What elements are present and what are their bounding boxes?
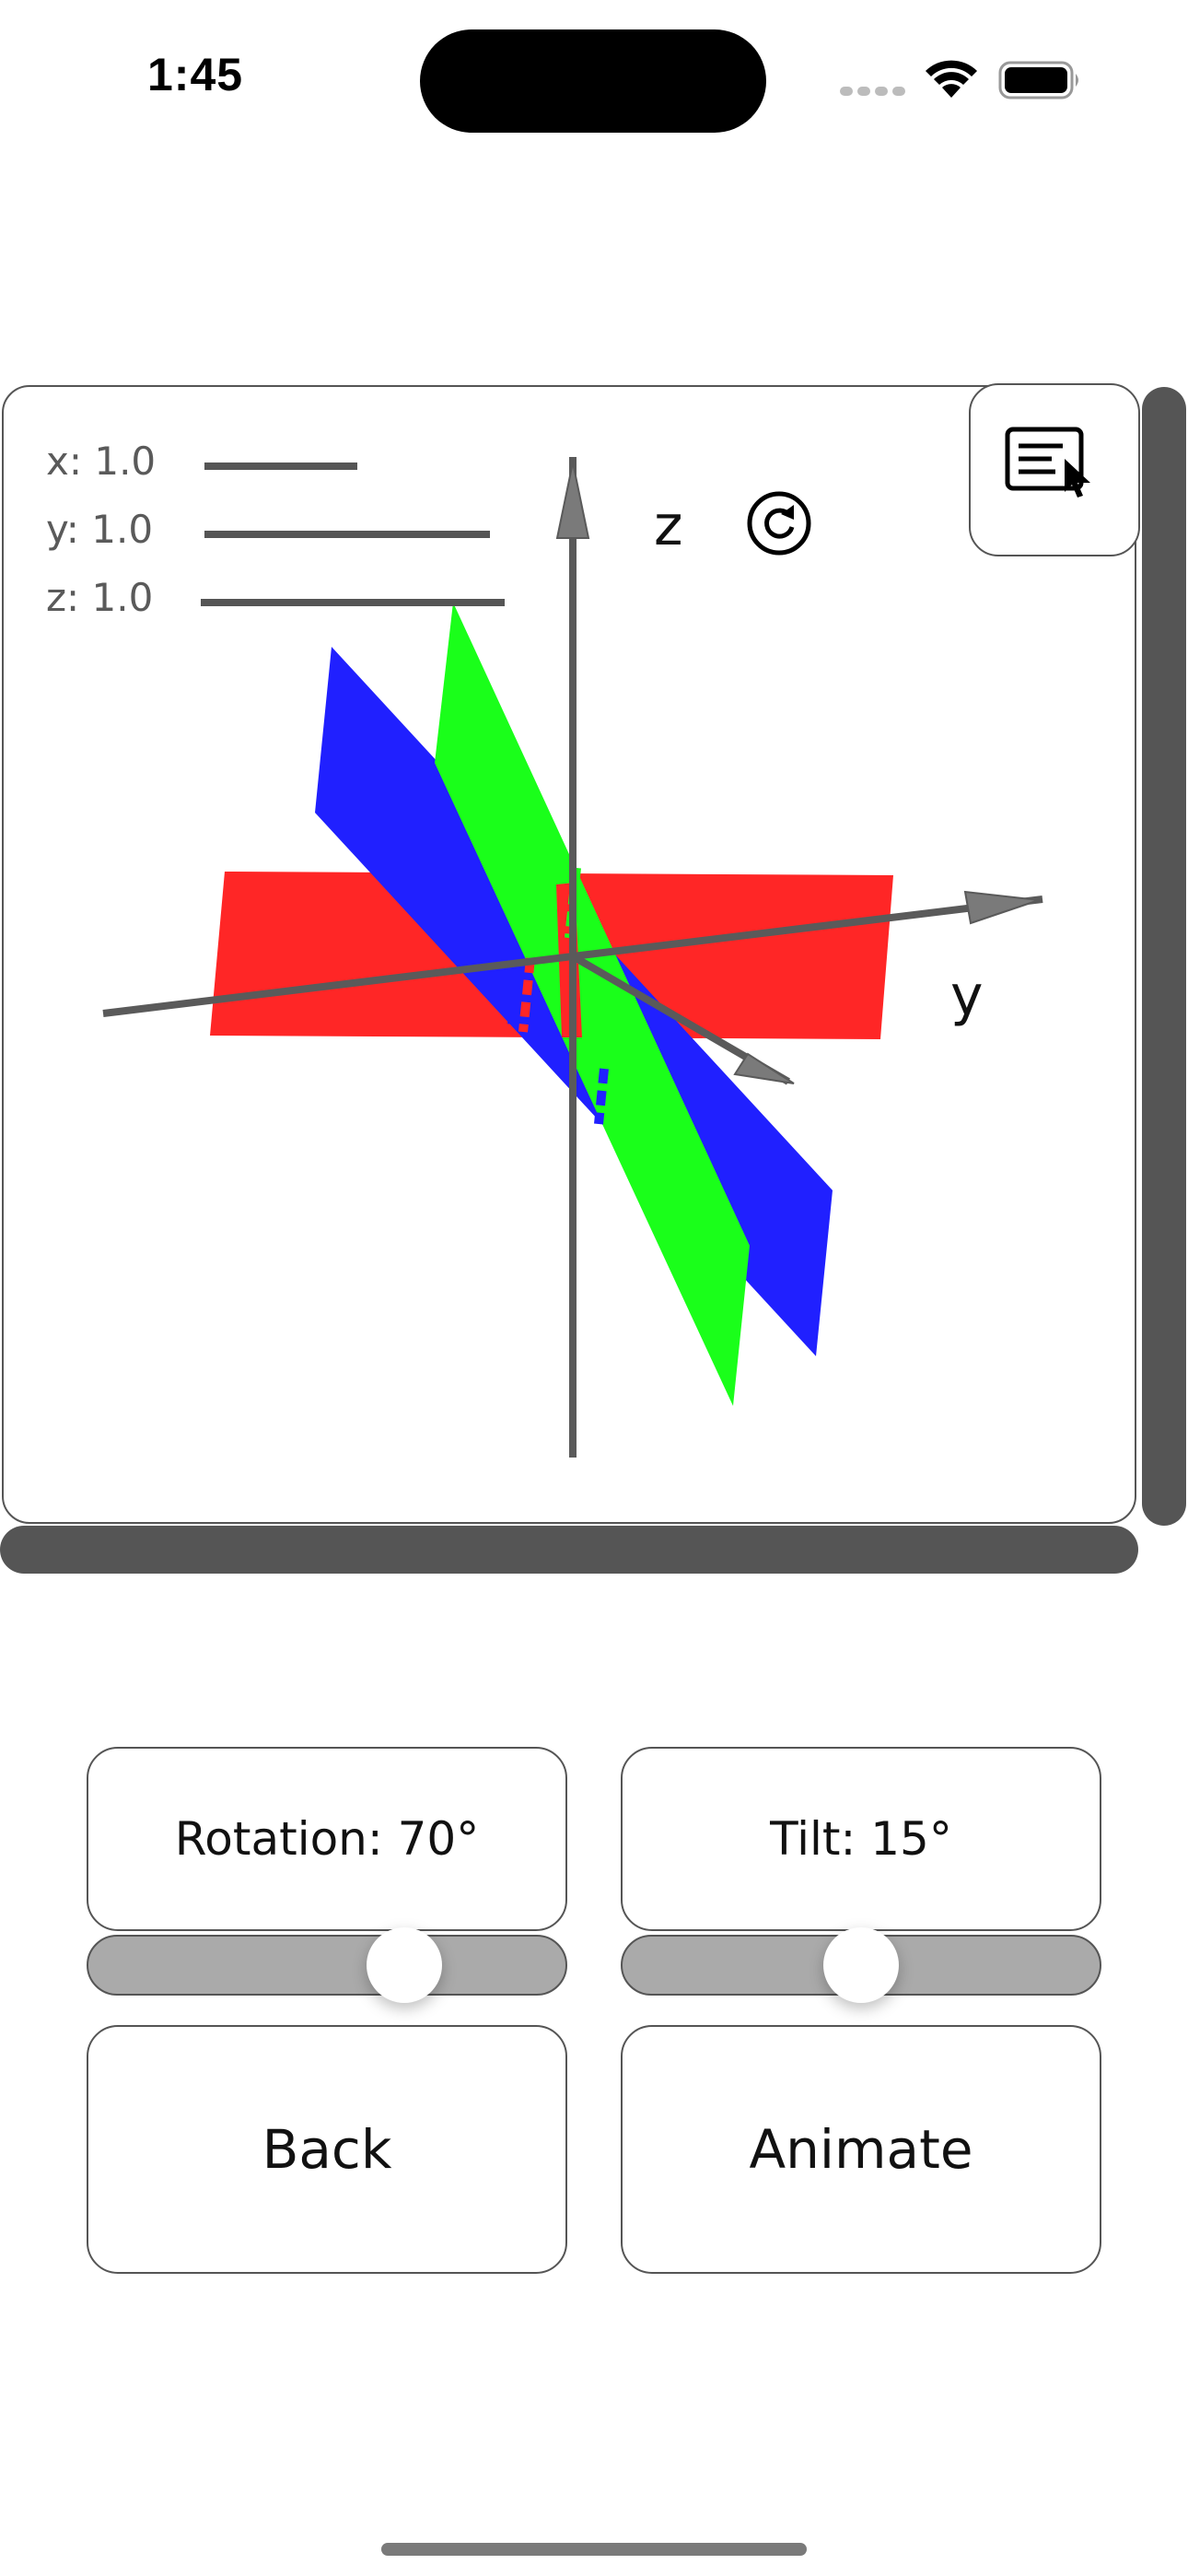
hidden-edge-blue-lower	[594, 1068, 609, 1125]
tilt-label: Tilt: 15°	[770, 1812, 952, 1866]
menu-button[interactable]	[969, 383, 1140, 556]
scale-x-bar	[204, 463, 357, 470]
vertical-scrollbar[interactable]	[1142, 387, 1186, 1526]
cellular-signal-icon	[840, 87, 906, 96]
home-indicator	[381, 2543, 807, 2556]
rotation-label: Rotation: 70°	[174, 1812, 480, 1866]
tilt-slider-thumb[interactable]	[823, 1927, 899, 2003]
scale-x-label: x: 1.0	[46, 439, 157, 484]
battery-icon	[998, 61, 1078, 100]
plot-view[interactable]: x: 1.0 y: 1.0 z: 1.0 z y	[2, 385, 1136, 1524]
y-axis-arrow	[963, 890, 1040, 925]
tilt-slider[interactable]	[621, 1927, 1101, 2003]
back-button[interactable]: Back	[87, 2025, 567, 2274]
menu-pointer-icon	[1005, 427, 1090, 498]
screen: 1:45 x: 1.0 y: 1.0 z: 1.0 z y Rotation: …	[0, 0, 1188, 2576]
animate-button-label: Animate	[749, 2118, 973, 2181]
rotation-value-display: Rotation: 70°	[87, 1747, 567, 1931]
rotate-reset-icon[interactable]	[746, 490, 812, 556]
scale-y-bar	[204, 531, 490, 538]
back-button-label: Back	[262, 2118, 392, 2181]
scale-y-label: y: 1.0	[46, 507, 154, 552]
dynamic-island	[420, 29, 766, 133]
rotation-slider[interactable]	[87, 1927, 567, 2003]
status-time: 1:45	[147, 49, 244, 100]
animate-button[interactable]: Animate	[621, 2025, 1101, 2274]
horizontal-scrollbar[interactable]	[0, 1526, 1138, 1574]
rotation-slider-thumb[interactable]	[367, 1927, 442, 2003]
z-axis-arrow	[555, 462, 590, 539]
tilt-value-display: Tilt: 15°	[621, 1747, 1101, 1931]
wifi-icon	[926, 60, 977, 98]
y-axis-label: y	[950, 964, 984, 1028]
plane-scene	[102, 457, 1043, 1458]
z-axis-label: z	[654, 494, 683, 558]
scale-z-label: z: 1.0	[46, 575, 154, 620]
scale-z-bar	[201, 599, 505, 606]
